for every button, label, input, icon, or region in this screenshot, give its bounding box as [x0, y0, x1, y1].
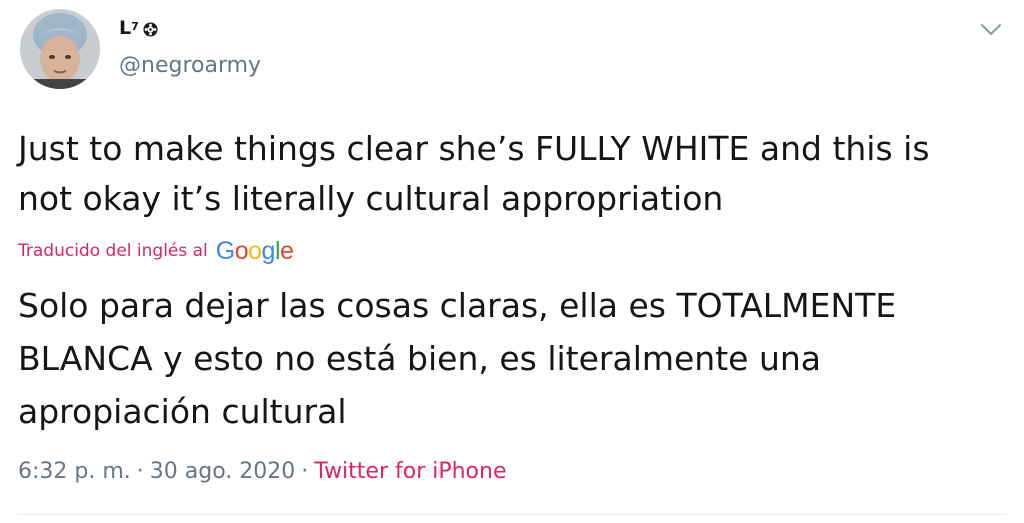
tweet-meta: 6:32 p. m. · 30 ago. 2020 · Twitter for …: [18, 456, 507, 488]
tweet-time[interactable]: 6:32 p. m.: [18, 456, 131, 488]
google-logo[interactable]: Google: [216, 236, 294, 266]
tweet-text-line: not okay it’s literally cultural appropr…: [18, 179, 724, 218]
tweet-text: Just to make things clear she’s FULLY WH…: [18, 124, 1008, 224]
tweet-card: L7 @negroarmy Just to make things clear …: [0, 0, 1024, 523]
avatar[interactable]: [20, 9, 100, 89]
meta-separator: ·: [136, 459, 144, 484]
avatar-image: [20, 9, 100, 89]
tweet-date[interactable]: 30 ago. 2020: [150, 456, 295, 488]
meta-separator: ·: [301, 459, 309, 484]
display-name[interactable]: L7: [119, 16, 139, 40]
chevron-down-icon[interactable]: [979, 22, 1003, 38]
username[interactable]: @negroarmy: [119, 52, 261, 80]
author-name-row[interactable]: L7: [119, 16, 158, 44]
translated-label: Traducido del inglés al: [18, 241, 208, 261]
translation-text: Solo para dejar las cosas claras, ella e…: [18, 279, 1008, 438]
flower-icon: [143, 22, 158, 37]
translation-attribution: Traducido del inglés al Google: [18, 236, 294, 266]
divider: [18, 514, 1006, 515]
translation-text-line: apropiación cultural: [18, 392, 347, 431]
tweet-text-line: Just to make things clear she’s FULLY WH…: [18, 129, 930, 168]
translation-text-line: BLANCA y esto no está bien, es literalme…: [18, 339, 822, 378]
tweet-source[interactable]: Twitter for iPhone: [314, 456, 506, 488]
translation-text-line: Solo para dejar las cosas claras, ella e…: [18, 286, 897, 325]
